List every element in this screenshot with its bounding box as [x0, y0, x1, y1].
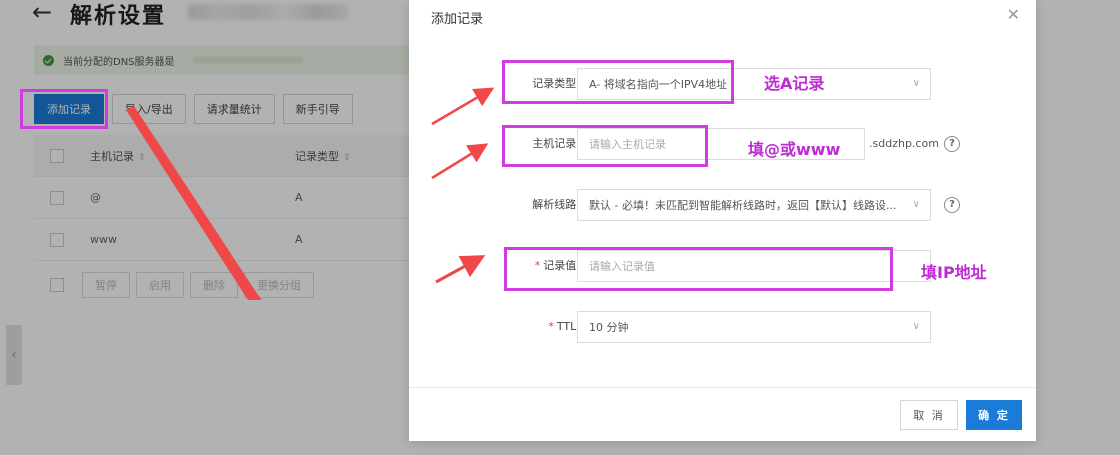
- chevron-down-icon: ∨: [912, 199, 920, 210]
- resolve-line-select[interactable]: 默认 - 必填！未匹配到智能解析线路时，返回【默认】线路设... ∨: [577, 189, 931, 221]
- dialog-title: 添加记录: [431, 11, 484, 27]
- resolve-line-value: 默认 - 必填！未匹配到智能解析线路时，返回【默认】线路设...: [589, 199, 897, 212]
- highlight-add-record: [20, 89, 108, 129]
- cancel-button[interactable]: 取 消: [900, 400, 958, 430]
- resolve-line-label: 解析线路:: [532, 198, 580, 211]
- dialog-footer: 取 消 确 定: [409, 387, 1036, 441]
- chevron-down-icon: ∨: [912, 78, 920, 89]
- ttl-value: 10 分钟: [589, 321, 629, 334]
- close-icon[interactable]: ✕: [1007, 5, 1020, 24]
- domain-suffix: .sddzhp.com: [869, 137, 939, 150]
- annotation-fill-ip: 填IP地址: [921, 263, 987, 282]
- highlight-record-value: [504, 247, 893, 291]
- ttl-select[interactable]: 10 分钟 ∨: [577, 311, 931, 343]
- highlight-record-type: [502, 60, 734, 104]
- resolve-line-row: 解析线路: 默认 - 必填！未匹配到智能解析线路时，返回【默认】线路设... ∨…: [409, 189, 1036, 221]
- annotation-fill-host: 填@或www: [748, 140, 841, 159]
- chevron-down-icon: ∨: [912, 321, 920, 332]
- help-icon[interactable]: ?: [944, 197, 960, 213]
- ttl-row: * TTL: 10 分钟 ∨: [409, 311, 1036, 343]
- annotation-choose-a: 选A记录: [764, 74, 825, 93]
- ttl-label: * TTL:: [548, 320, 580, 333]
- confirm-button[interactable]: 确 定: [966, 400, 1022, 430]
- highlight-host-record: [502, 125, 708, 167]
- help-icon[interactable]: ?: [944, 136, 960, 152]
